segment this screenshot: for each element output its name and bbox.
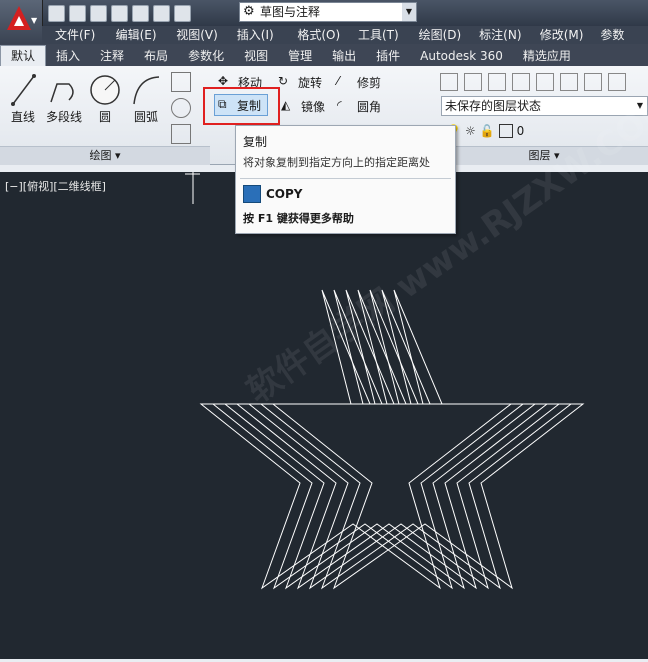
layer-tool-icon[interactable] bbox=[512, 73, 530, 91]
open-file-icon[interactable] bbox=[69, 4, 86, 22]
menu-draw[interactable]: 绘图(D) bbox=[406, 26, 467, 44]
draw-panel-title[interactable]: 绘图 ▾ bbox=[0, 146, 210, 165]
circle-label: 圆 bbox=[98, 110, 111, 124]
arc-button[interactable]: 圆弧 bbox=[128, 72, 164, 125]
workspace-dropdown[interactable]: ⚙ 草图与注释 ▼ bbox=[239, 2, 417, 22]
line-button[interactable]: 直线 bbox=[5, 72, 41, 125]
arc-label: 圆弧 bbox=[133, 110, 158, 124]
layer-tool-icon[interactable] bbox=[560, 73, 578, 91]
polyline-icon bbox=[50, 83, 74, 103]
tooltip-command-name: COPY bbox=[266, 187, 303, 201]
tab-featured-apps[interactable]: 精选应用 bbox=[513, 46, 581, 66]
current-layer-label: 0 bbox=[516, 124, 525, 138]
star-drawing bbox=[185, 172, 585, 590]
menu-bar: 文件(F) 编辑(E) 视图(V) 插入(I) 格式(O) 工具(T) 绘图(D… bbox=[42, 26, 648, 44]
save-icon[interactable] bbox=[90, 4, 107, 22]
tab-view[interactable]: 视图 bbox=[234, 46, 278, 66]
tab-layout[interactable]: 布局 bbox=[134, 46, 178, 66]
tab-insert[interactable]: 插入 bbox=[46, 46, 90, 66]
hatch-icon[interactable] bbox=[171, 124, 191, 144]
trim-button[interactable]: ⁄ 修剪 bbox=[337, 72, 381, 92]
tab-plugins[interactable]: 插件 bbox=[366, 46, 410, 66]
polyline-button[interactable]: 多段线 bbox=[44, 72, 84, 125]
trim-label: 修剪 bbox=[357, 75, 382, 90]
tab-output[interactable]: 输出 bbox=[322, 46, 366, 66]
trim-icon: ⁄ bbox=[337, 74, 340, 88]
sun-icon: ☼ bbox=[464, 124, 476, 138]
tab-autodesk-360[interactable]: Autodesk 360 bbox=[410, 46, 513, 66]
viewport-label[interactable]: [−][俯视][二维线框] bbox=[5, 178, 106, 194]
arc-icon bbox=[133, 76, 160, 105]
quick-access-toolbar bbox=[48, 3, 191, 23]
fillet-button[interactable]: ◜ 圆角 bbox=[337, 96, 381, 116]
tooltip-command: COPY bbox=[243, 185, 303, 203]
mirror-button[interactable]: ◭ 镜像 bbox=[281, 96, 325, 116]
tooltip-description: 将对象复制到指定方向上的指定距离处 bbox=[243, 156, 430, 169]
layer-properties-icon[interactable] bbox=[440, 73, 458, 91]
menu-edit[interactable]: 编辑(E) bbox=[103, 26, 164, 44]
tooltip-divider bbox=[240, 178, 451, 179]
ellipse-icon[interactable] bbox=[171, 98, 191, 118]
draw-extra-tools bbox=[169, 72, 205, 144]
mirror-label: 镜像 bbox=[301, 99, 326, 114]
polyline-label: 多段线 bbox=[45, 110, 82, 124]
tab-manage[interactable]: 管理 bbox=[278, 46, 322, 66]
mirror-icon: ◭ bbox=[281, 98, 291, 112]
layer-tools-row bbox=[440, 72, 626, 92]
circle-button[interactable]: 圆 bbox=[87, 72, 123, 125]
layer-tool-icon[interactable] bbox=[488, 73, 506, 91]
fillet-icon: ◜ bbox=[337, 98, 342, 112]
menu-format[interactable]: 格式(O) bbox=[284, 26, 345, 44]
menu-insert[interactable]: 插入(I) bbox=[224, 26, 285, 44]
print-icon[interactable] bbox=[132, 4, 149, 22]
rotate-button[interactable]: ↻ 旋转 bbox=[278, 72, 322, 92]
circle-icon bbox=[90, 75, 120, 105]
layer-tool-icon[interactable] bbox=[536, 73, 554, 91]
drawing-canvas[interactable]: 软件自学网 www.RJZXW.COM bbox=[0, 85, 648, 659]
color-swatch-icon bbox=[498, 124, 513, 138]
rotate-icon: ↻ bbox=[278, 74, 289, 88]
line-label: 直线 bbox=[10, 110, 35, 124]
autocad-logo-icon bbox=[7, 6, 31, 30]
new-file-icon[interactable] bbox=[48, 4, 65, 22]
current-layer-dropdown[interactable]: 💡☼🔓0 bbox=[446, 121, 524, 141]
redo-icon[interactable] bbox=[174, 4, 191, 22]
highlight-box bbox=[203, 87, 280, 125]
menu-parametric[interactable]: 参数 bbox=[587, 26, 648, 44]
menu-file[interactable]: 文件(F) bbox=[42, 26, 103, 44]
lock-icon: 🔓 bbox=[479, 124, 495, 138]
menu-tools[interactable]: 工具(T) bbox=[345, 26, 406, 44]
chevron-down-icon: ▼ bbox=[402, 3, 416, 21]
gear-icon: ⚙ bbox=[243, 4, 255, 19]
tooltip-title: 复制 bbox=[243, 135, 268, 149]
layer-state-label: 未保存的图层状态 bbox=[445, 99, 542, 113]
tooltip-help: 按 F1 键获得更多帮助 bbox=[243, 212, 354, 225]
layer-tool-icon[interactable] bbox=[584, 73, 602, 91]
layer-tool-icon[interactable] bbox=[608, 73, 626, 91]
tab-annotate[interactable]: 注释 bbox=[90, 46, 134, 66]
menu-dimension[interactable]: 标注(N) bbox=[466, 26, 527, 44]
tab-default[interactable]: 默认 bbox=[0, 45, 47, 66]
command-line-icon bbox=[243, 185, 261, 203]
polygon-icon[interactable] bbox=[171, 72, 191, 92]
rotate-label: 旋转 bbox=[298, 75, 323, 90]
tab-parametric[interactable]: 参数化 bbox=[178, 46, 234, 66]
menu-modify[interactable]: 修改(M) bbox=[527, 26, 588, 44]
save-as-icon[interactable] bbox=[111, 4, 128, 22]
line-icon bbox=[11, 74, 36, 106]
layer-tool-icon[interactable] bbox=[464, 73, 482, 91]
copy-tooltip: 复制 将对象复制到指定方向上的指定距离处 COPY 按 F1 键获得更多帮助 bbox=[235, 125, 456, 234]
fillet-label: 圆角 bbox=[357, 99, 382, 114]
undo-icon[interactable] bbox=[153, 4, 170, 22]
workspace-name: 草图与注释 bbox=[260, 5, 321, 19]
ribbon-tabs: 默认 插入 注释 布局 参数化 视图 管理 输出 插件 Autodesk 360… bbox=[0, 44, 648, 66]
chevron-down-icon: ▼ bbox=[31, 16, 38, 25]
menu-view[interactable]: 视图(V) bbox=[163, 26, 224, 44]
application-menu-button[interactable]: ▼ bbox=[0, 0, 43, 44]
